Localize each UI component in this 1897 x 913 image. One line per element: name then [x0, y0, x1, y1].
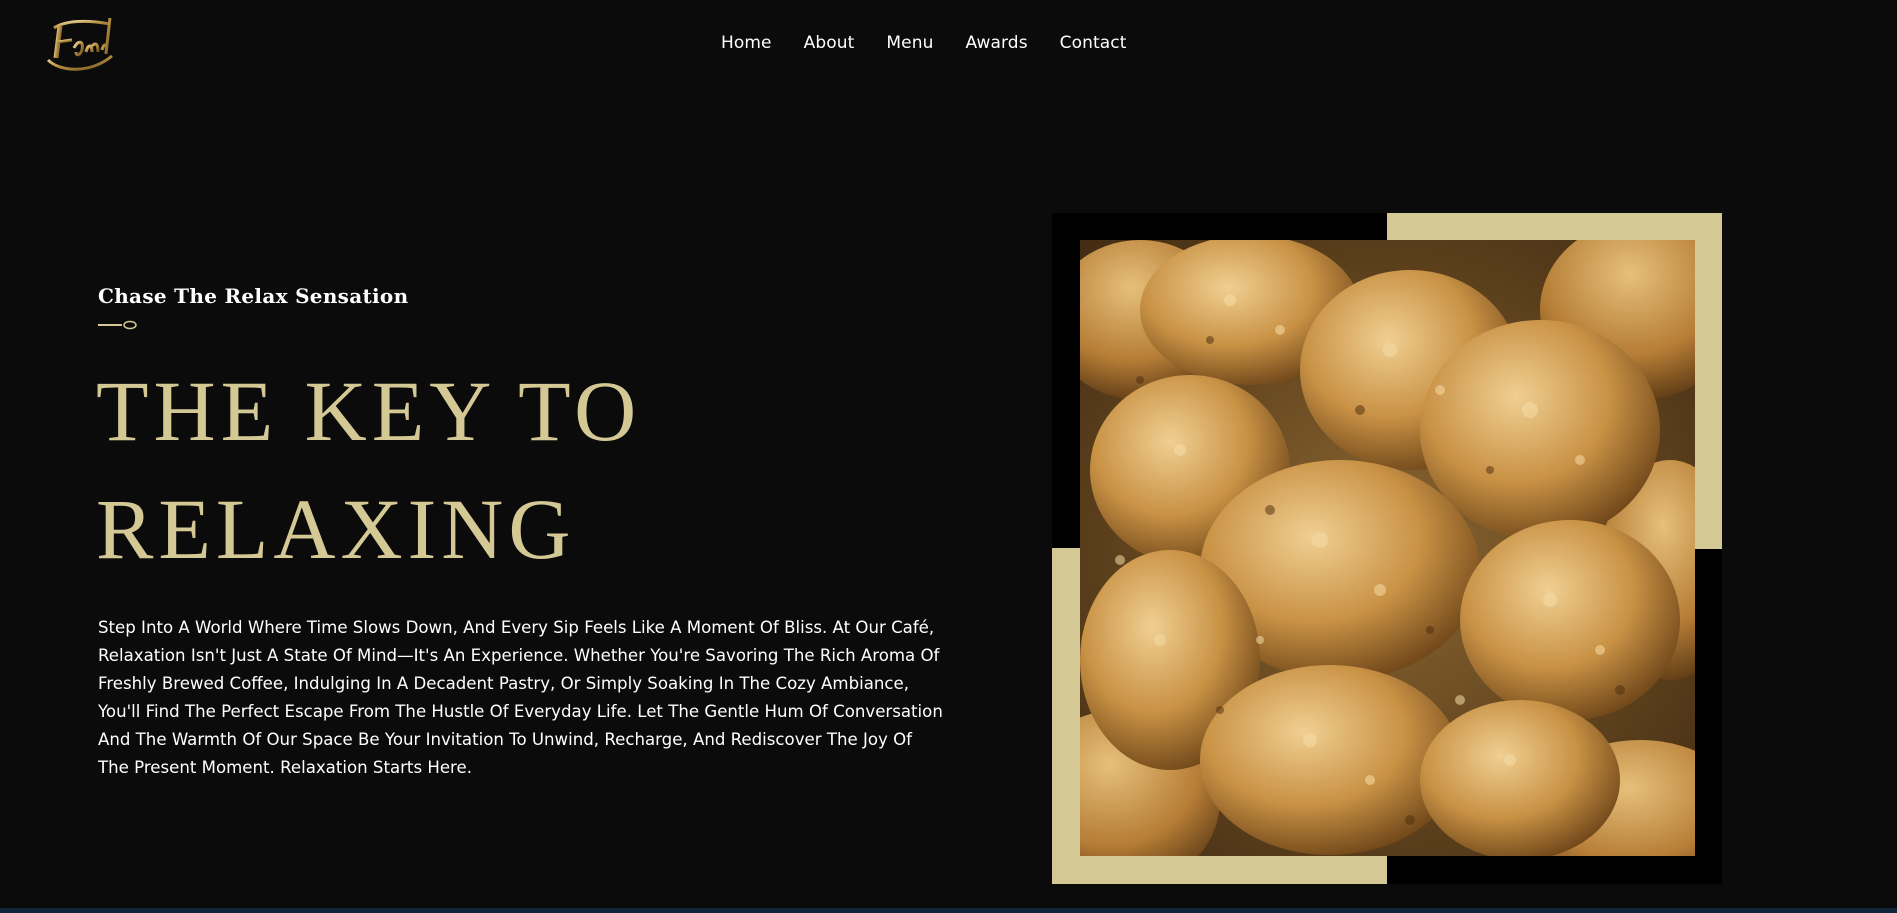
bottom-edge — [0, 908, 1897, 913]
page: Home About Menu Awards Contact Chase The… — [0, 0, 1897, 913]
hero-headline-line1: THE KEY TO — [96, 363, 642, 459]
nav-home[interactable]: Home — [721, 33, 772, 53]
brand-logo[interactable] — [40, 10, 120, 80]
nav-menu[interactable]: Menu — [886, 33, 933, 53]
nav-contact[interactable]: Contact — [1060, 33, 1127, 53]
main-nav: Home About Menu Awards Contact — [721, 33, 1127, 53]
hero-headline-line2: RELAXING — [96, 481, 576, 577]
fried-chicken-photo — [1080, 240, 1695, 856]
nav-about[interactable]: About — [804, 33, 855, 53]
hero-body-text: Step Into A World Where Time Slows Down,… — [98, 618, 943, 777]
nav-awards[interactable]: Awards — [965, 33, 1027, 53]
spoon-divider-icon — [98, 316, 140, 330]
hero-headline: THE KEY TO RELAXING — [96, 352, 816, 588]
hero-subtitle: Chase The Relax Sensation — [98, 284, 409, 308]
